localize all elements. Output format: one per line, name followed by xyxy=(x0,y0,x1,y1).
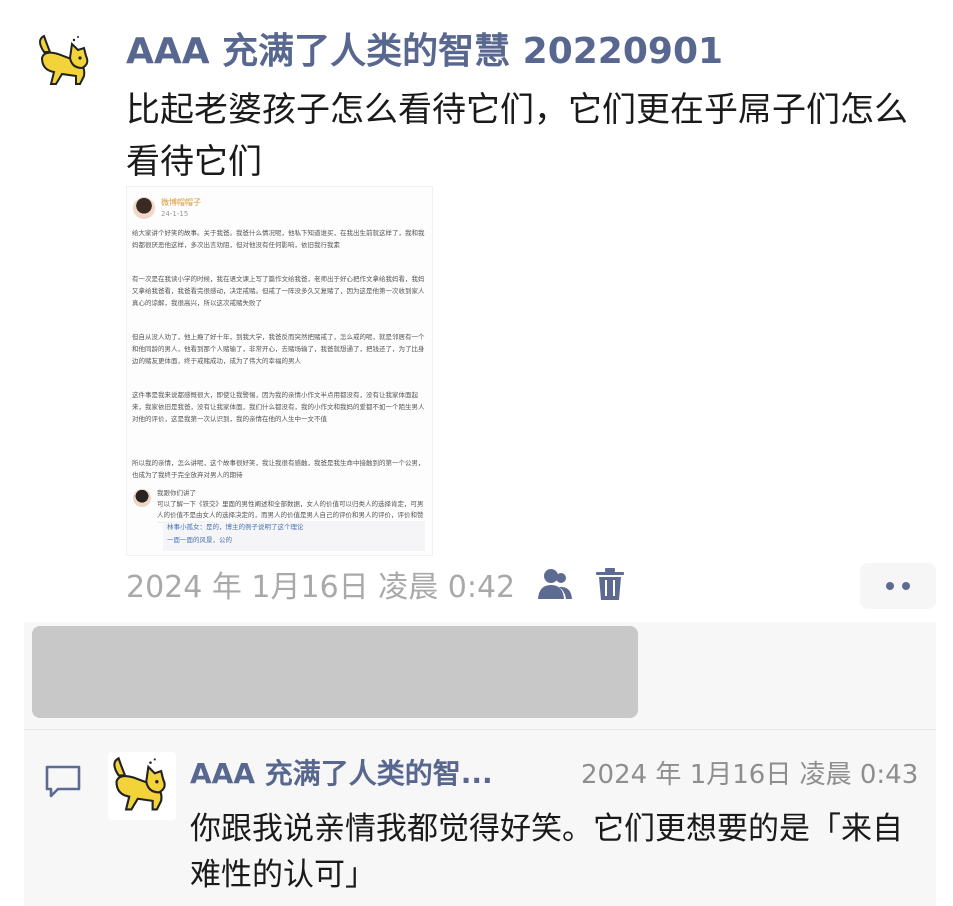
more-dots-icon xyxy=(902,582,910,590)
image-paragraph: 给大家讲个好笑的故事。关于我爸。我爸什么情况呢，他私下知道谁买，在我出生前就这样… xyxy=(132,229,425,249)
post-text: 比起老婆孩子怎么看待它们，它们更在乎屌子们怎么看待它们 xyxy=(126,90,908,182)
trash-icon[interactable] xyxy=(595,567,625,601)
image-paragraph: 所以我的亲情，怎么讲呢，这个故事很好笑，我让我很有感触，我爸是我生命中接触到的第… xyxy=(132,459,425,479)
more-dots-icon xyxy=(886,582,894,590)
image-paragraph: 但自从没人劝了，他上瘾了好十年，到我大学，我爸反而突然把赌戒了，怎么戒的呢，就是… xyxy=(132,333,425,365)
post-footer: 2024 年 1月16日 凌晨 0:42 xyxy=(126,562,625,606)
post-timestamp: 2024 年 1月16日 凌晨 0:42 xyxy=(126,570,516,605)
image-paragraph: 这件事是我来说都感慨很大，即使让我警惕，因为我的亲情小作文半点用都没有，没有让我… xyxy=(132,391,425,423)
more-options-button[interactable] xyxy=(860,563,936,609)
post-image[interactable]: 微博帽帽子 24-1-15 给大家讲个好笑的故事。关于我爸。我爸什么情况呢，他私… xyxy=(126,186,433,556)
user-group-icon[interactable] xyxy=(537,567,573,601)
post-author-name[interactable]: AAA 充满了人类的智慧 20220901 xyxy=(126,22,723,74)
comment-panel: AAA 充满了人类的智... 2024 年 1月16日 凌晨 0:43 你跟我说… xyxy=(24,622,936,906)
redacted-block xyxy=(32,626,638,718)
post-author-avatar[interactable] xyxy=(34,30,98,94)
cat-icon xyxy=(113,756,166,811)
image-reply-text: 可以了解一下《铁交》里面的男性阐述和全部数据，女人的价值可以归类人的选择肯定，可… xyxy=(157,500,424,523)
comment-author-name[interactable]: AAA 充满了人类的智... xyxy=(190,752,493,792)
divider xyxy=(24,729,936,730)
image-quote-box: 林事小孤女：是的，博主的例子说明了这个理论 一面一面的风景，公的 xyxy=(163,521,425,551)
comment-text: 你跟我说亲情我都觉得好笑。它们更想要的是「来自难性的认可」 xyxy=(190,811,903,893)
image-quote-line: 一面一面的风景，公的 xyxy=(167,536,232,544)
comment-timestamp: 2024 年 1月16日 凌晨 0:43 xyxy=(581,760,919,790)
image-author-name: 微博帽帽子 xyxy=(161,198,201,207)
image-reply-name: 我跟你们讲了 xyxy=(157,489,196,497)
comment-author-avatar[interactable] xyxy=(108,752,176,820)
comment-icon xyxy=(44,764,82,800)
image-quote-line: 林事小孤女：是的，博主的例子说明了这个理论 xyxy=(167,523,304,531)
image-avatar xyxy=(133,197,155,219)
image-date: 24-1-15 xyxy=(161,210,189,218)
cat-icon xyxy=(39,34,89,85)
image-reply-avatar xyxy=(133,489,151,507)
image-paragraph: 有一次是在我读小学的时候，我在语文课上写了篇作文给我爸，老师出于好心把作文拿给我… xyxy=(132,275,425,307)
